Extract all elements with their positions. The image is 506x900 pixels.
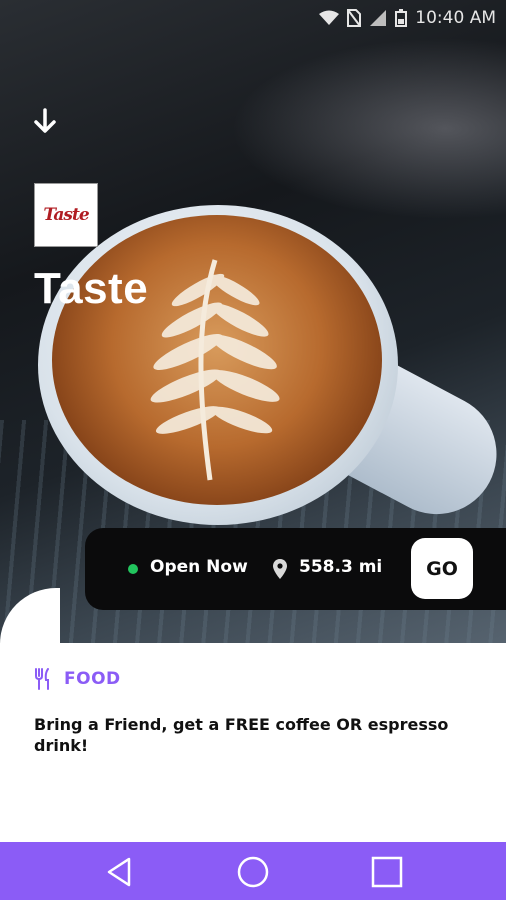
no-sim-icon — [347, 9, 362, 27]
status-time: 10:40 AM — [415, 8, 496, 28]
fork-knife-icon — [35, 668, 49, 690]
place-logo: Taste — [34, 183, 98, 247]
category: FOOD — [34, 668, 121, 690]
location-pin-icon — [273, 559, 287, 579]
open-status-dot — [128, 564, 138, 574]
signal-icon — [370, 10, 387, 26]
home-circle-icon[interactable] — [236, 855, 270, 889]
status-bar: 10:40 AM — [319, 6, 496, 30]
recents-square-icon[interactable] — [370, 855, 404, 889]
offer-description: Bring a Friend, get a FREE coffee OR esp… — [34, 715, 449, 755]
distance-text: 558.3 mi — [299, 557, 383, 577]
latte-art — [150, 259, 280, 481]
info-pill: Open Now 558.3 mi GO — [85, 528, 506, 610]
open-status-text: Open Now — [150, 557, 248, 577]
wifi-icon — [319, 10, 340, 25]
battery-icon — [395, 9, 408, 27]
logo-text: Taste — [43, 205, 89, 225]
go-button[interactable]: GO — [411, 538, 473, 599]
arrow-down-icon[interactable] — [30, 106, 60, 136]
page-title: Taste — [34, 264, 149, 313]
back-triangle-icon[interactable] — [103, 855, 137, 889]
navigation-bar — [0, 842, 506, 900]
category-label: FOOD — [64, 669, 121, 689]
